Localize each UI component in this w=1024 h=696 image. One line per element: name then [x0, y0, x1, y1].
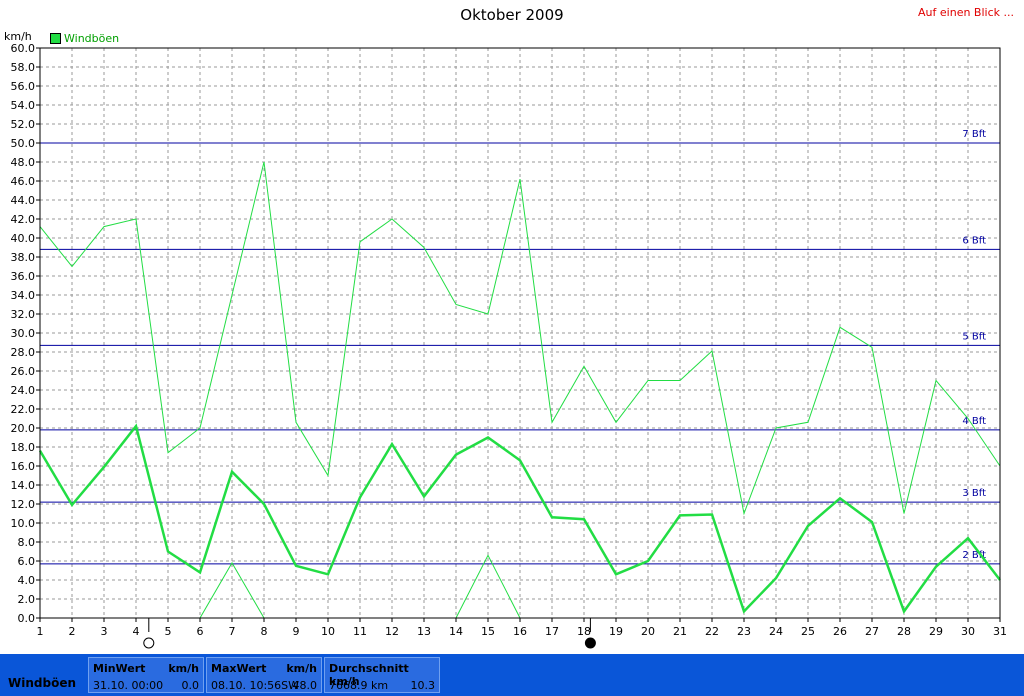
y-tick-label: 14.0: [11, 479, 36, 492]
min-label: MinWert: [93, 662, 146, 675]
max-label: MaxWert: [211, 662, 267, 675]
x-tick-label: 27: [865, 625, 879, 638]
x-tick-label: 26: [833, 625, 847, 638]
y-tick-label: 24.0: [11, 384, 36, 397]
x-tick-label: 4: [133, 625, 140, 638]
y-tick-label: 8.0: [18, 536, 36, 549]
x-tick-label: 5: [165, 625, 172, 638]
y-tick-label: 52.0: [11, 118, 36, 131]
y-tick-label: 36.0: [11, 270, 36, 283]
min-box: MinWert km/h 31.10. 00:00 0.0: [88, 657, 204, 693]
min-date: 31.10. 00:00: [93, 679, 164, 692]
reference-label: 5 Bft: [962, 331, 986, 342]
y-tick-label: 6.0: [18, 555, 36, 568]
x-tick-label: 10: [321, 625, 335, 638]
x-tick-label: 22: [705, 625, 719, 638]
max-unit: km/h: [286, 662, 317, 675]
avg-value: 10.3: [410, 679, 436, 692]
y-tick-label: 28.0: [11, 346, 36, 359]
max-date: 08.10. 10:56SW: [211, 679, 300, 692]
y-tick-label: 2.0: [18, 593, 36, 606]
y-tick-label: 54.0: [11, 99, 36, 112]
y-tick-label: 42.0: [11, 213, 36, 226]
x-tick-label: 23: [737, 625, 751, 638]
x-tick-label: 3: [101, 625, 108, 638]
y-tick-label: 4.0: [18, 574, 36, 587]
x-tick-label: 13: [417, 625, 431, 638]
x-tick-label: 20: [641, 625, 655, 638]
y-tick-label: 32.0: [11, 308, 36, 321]
reference-label: 4 Bft: [962, 416, 986, 427]
x-tick-label: 19: [609, 625, 623, 638]
x-tick-label: 14: [449, 625, 463, 638]
min-unit: km/h: [168, 662, 199, 675]
x-tick-label: 16: [513, 625, 527, 638]
y-tick-label: 20.0: [11, 422, 36, 435]
x-tick-label: 9: [293, 625, 300, 638]
reference-label: 6 Bft: [962, 235, 986, 246]
x-tick-label: 29: [929, 625, 943, 638]
chart: 0.0 2.0 4.0 6.0 8.0 10.0 12.0 14.0 16.0 18.0 20.0 2…: [11, 42, 1007, 649]
y-tick-label: 56.0: [11, 80, 36, 93]
y-tick-label: 60.0: [11, 42, 36, 55]
y-tick-label: 18.0: [11, 441, 36, 454]
y-tick-label: 50.0: [11, 137, 36, 150]
x-tick-label: 7: [229, 625, 236, 638]
y-tick-label: 12.0: [11, 498, 36, 511]
x-tick-label: 21: [673, 625, 687, 638]
footer-series-name: Windböen: [8, 676, 76, 690]
y-tick-label: 26.0: [11, 365, 36, 378]
y-tick-label: 58.0: [11, 61, 36, 74]
x-tick-label: 12: [385, 625, 399, 638]
y-tick-label: 22.0: [11, 403, 36, 416]
x-tick-label: 30: [961, 625, 975, 638]
y-tick-label: 38.0: [11, 251, 36, 264]
y-tick-label: 0.0: [18, 612, 36, 625]
x-tick-label: 8: [261, 625, 268, 638]
y-tick-label: 10.0: [11, 517, 36, 530]
reference-label: 3 Bft: [962, 488, 986, 499]
y-tick-label: 44.0: [11, 194, 36, 207]
x-tick-label: 28: [897, 625, 911, 638]
x-tick-label: 15: [481, 625, 495, 638]
x-tick-label: 17: [545, 625, 559, 638]
min-value: 0.0: [181, 679, 200, 692]
y-tick-label: 46.0: [11, 175, 36, 188]
x-tick-label: 6: [197, 625, 204, 638]
x-tick-label: 11: [353, 625, 367, 638]
footer-stats: Windböen MinWert km/h 31.10. 00:00 0.0 Max…: [0, 654, 1024, 696]
avg-box: Durchschnitt km/h 7668.9 km 10.3: [324, 657, 440, 693]
y-tick-label: 34.0: [11, 289, 36, 302]
avg-distance: 7668.9 km: [329, 679, 389, 692]
new-moon-icon: [584, 637, 596, 649]
x-tick-label: 1: [37, 625, 44, 638]
y-tick-label: 48.0: [11, 156, 36, 169]
max-value: 48.0: [292, 679, 318, 692]
full-moon-icon: [143, 637, 155, 649]
x-tick-label: 24: [769, 625, 783, 638]
x-tick-label: 2: [69, 625, 76, 638]
y-tick-label: 16.0: [11, 460, 36, 473]
x-tick-label: 31: [993, 625, 1007, 638]
reference-label: 7 Bft: [962, 129, 986, 140]
x-tick-label: 25: [801, 625, 815, 638]
max-box: MaxWert km/h 08.10. 10:56SW 48.0: [206, 657, 322, 693]
x-tick-label: 18: [577, 625, 591, 638]
y-tick-label: 40.0: [11, 232, 36, 245]
y-tick-label: 30.0: [11, 327, 36, 340]
